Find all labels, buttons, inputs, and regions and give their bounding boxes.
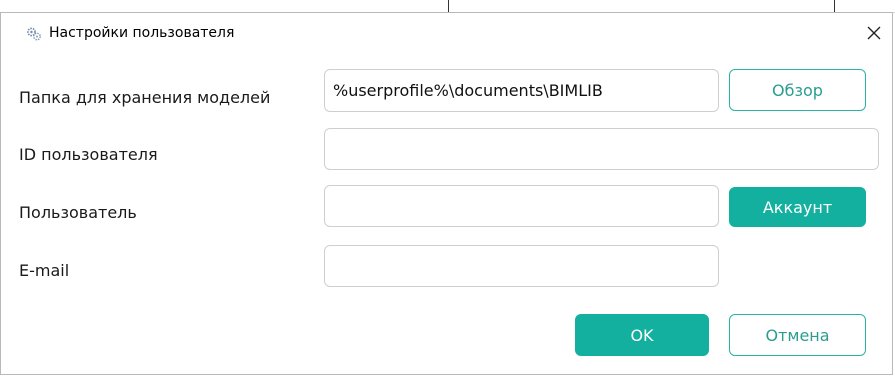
cancel-button[interactable]: Отмена <box>729 314 866 356</box>
dialog-title: Настройки пользователя <box>49 25 235 41</box>
close-icon <box>867 26 881 40</box>
models-folder-input[interactable] <box>324 69 719 112</box>
user-id-input[interactable] <box>324 128 879 170</box>
browse-button[interactable]: Обзор <box>729 69 866 111</box>
close-button[interactable] <box>860 19 888 47</box>
gears-icon <box>26 26 42 42</box>
background-column-divider <box>834 0 835 12</box>
user-input[interactable] <box>324 185 719 227</box>
user-settings-dialog: Настройки пользователя Папка для хранени… <box>0 12 893 375</box>
email-input[interactable] <box>324 245 719 287</box>
ok-button[interactable]: OK <box>575 314 709 356</box>
account-button[interactable]: Аккаунт <box>729 187 866 227</box>
user-label: Пользователь <box>19 203 137 222</box>
email-label: E-mail <box>19 261 70 280</box>
models-folder-label: Папка для хранения моделей <box>19 88 271 107</box>
dialog-titlebar: Настройки пользователя <box>1 13 892 55</box>
background-column-divider <box>448 0 449 12</box>
user-id-label: ID пользователя <box>19 145 158 164</box>
